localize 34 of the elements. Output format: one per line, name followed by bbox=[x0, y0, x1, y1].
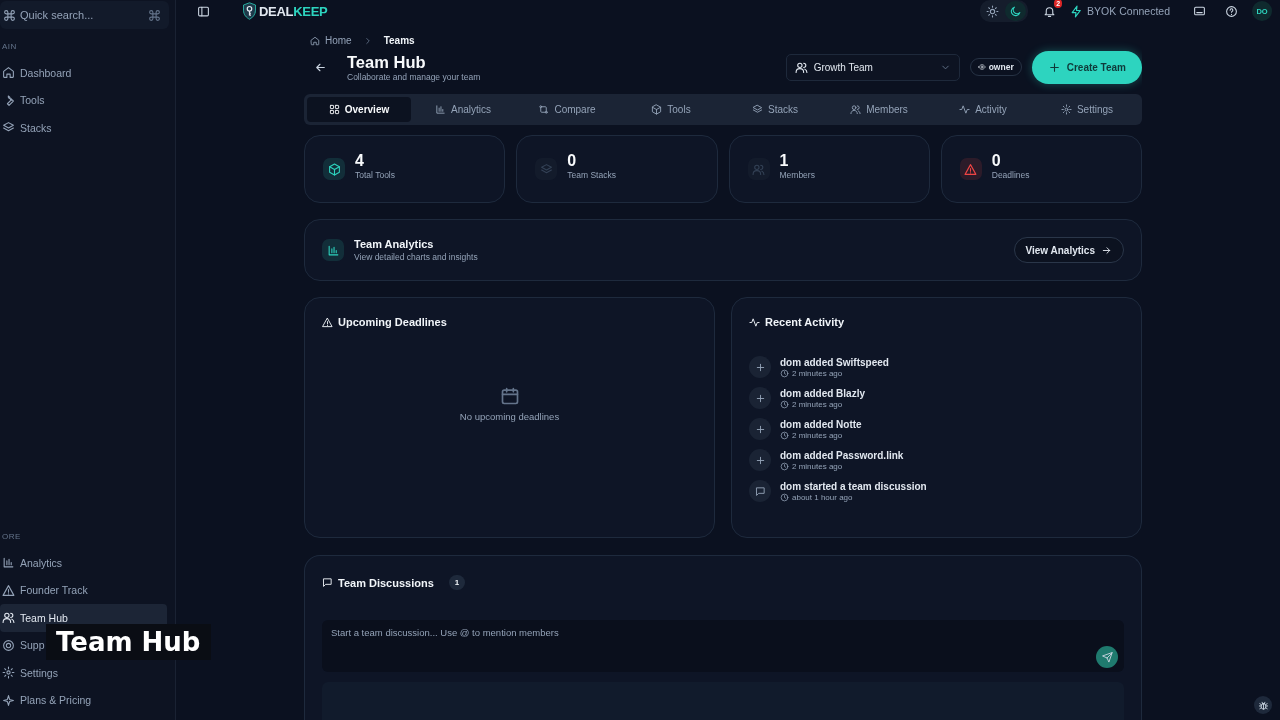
caption-toast: Team Hub bbox=[46, 624, 211, 660]
stat-value: 4 bbox=[355, 152, 365, 170]
page-title: Team Hub bbox=[347, 52, 427, 72]
activity-text: dom added Notte bbox=[780, 418, 862, 430]
breadcrumb-current: Teams bbox=[383, 35, 415, 46]
stat-value: 1 bbox=[779, 152, 790, 170]
activity-text: dom started a team discussion bbox=[780, 480, 927, 492]
empty-message: No upcoming deadlines bbox=[459, 410, 560, 422]
activity-text: dom added Swiftspeed bbox=[780, 356, 889, 368]
role-text: owner bbox=[988, 62, 1014, 72]
page-subtitle: Collaborate and manage your team bbox=[347, 72, 481, 82]
section-label: AIN bbox=[1, 42, 18, 51]
card-title: Team Analytics bbox=[354, 238, 435, 250]
logo-text: DEALKEEP bbox=[259, 3, 328, 19]
status-text: BYOK Connected bbox=[1087, 5, 1170, 17]
activity-time: 2 minutes ago bbox=[792, 368, 843, 378]
stat-label: Total Tools bbox=[355, 170, 395, 180]
activity-time: 2 minutes ago bbox=[792, 399, 843, 409]
activity-time: 2 minutes ago bbox=[792, 461, 843, 471]
activity-time: 2 minutes ago bbox=[792, 430, 843, 440]
activity-text: dom added Blazly bbox=[780, 387, 865, 399]
stat-value: 0 bbox=[567, 152, 578, 170]
count-badge: 1 bbox=[448, 575, 466, 590]
stat-label: Deadlines bbox=[991, 170, 1030, 180]
panel-title: Team Discussions bbox=[338, 576, 434, 589]
section-label: ORE bbox=[1, 532, 22, 541]
stat-value: 0 bbox=[991, 152, 1002, 170]
stat-label: Team Stacks bbox=[567, 170, 616, 180]
panel-title: Recent Activity bbox=[765, 316, 845, 328]
card-subtitle: View detailed charts and insights bbox=[354, 252, 478, 262]
panel-title: Upcoming Deadlines bbox=[338, 316, 447, 328]
activity-time: about 1 hour ago bbox=[792, 492, 853, 502]
activity-text: dom added Password.link bbox=[780, 449, 904, 461]
stat-label: Members bbox=[779, 170, 815, 180]
